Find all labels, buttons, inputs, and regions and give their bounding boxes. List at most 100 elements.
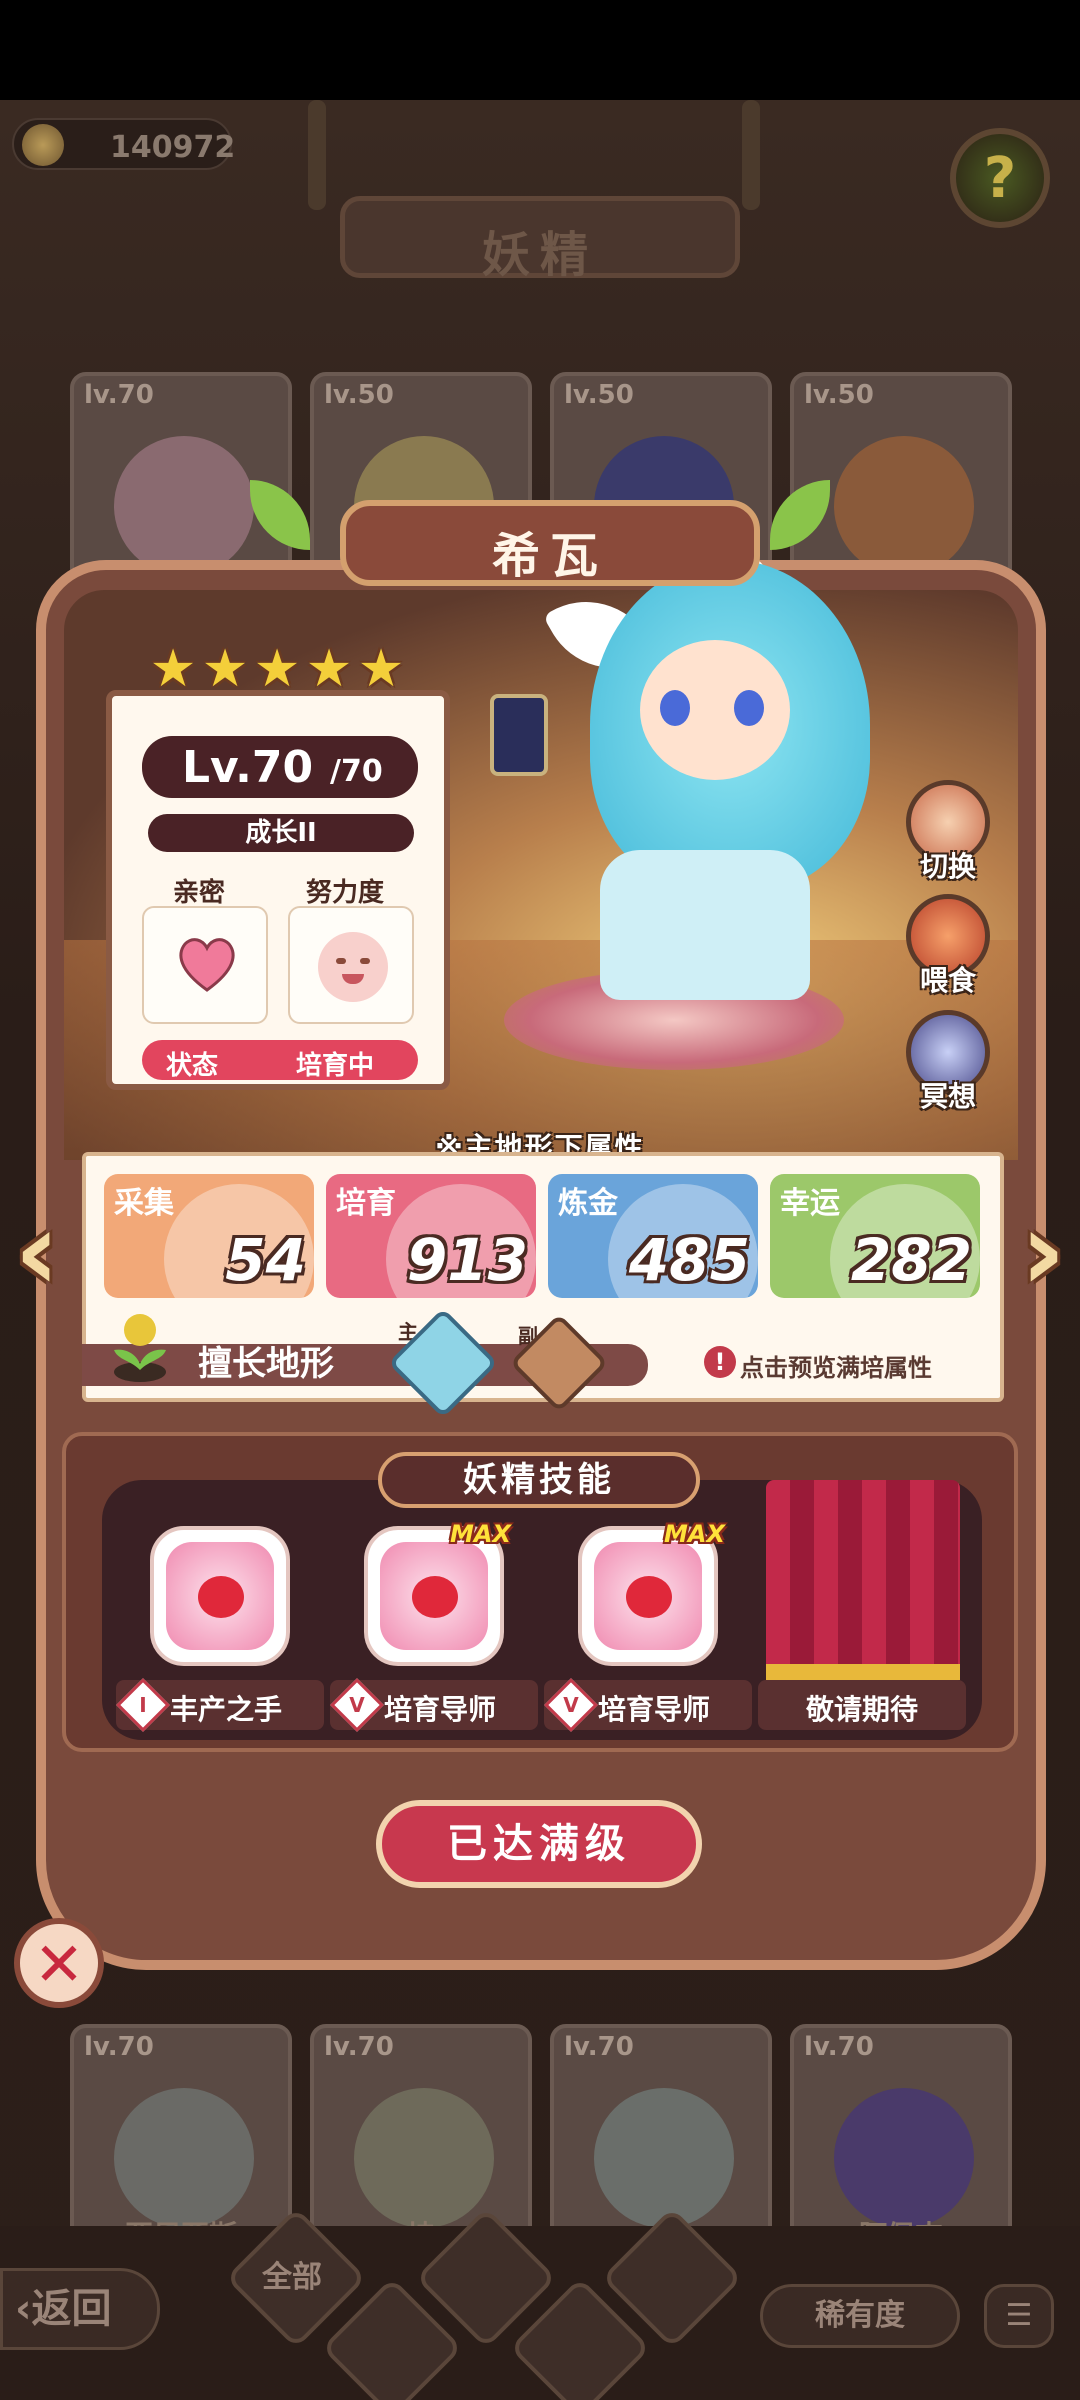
skill-name: 培育导师 (598, 1693, 711, 1726)
star-icon: ★ (305, 639, 353, 699)
skill-grade-badge: I (116, 1678, 170, 1732)
fairy-portrait (114, 436, 254, 576)
tarot-card-icon[interactable] (490, 694, 548, 776)
preview-hint[interactable]: 点击预览满培属性 (740, 1348, 932, 1383)
stat-name: 炼金 (558, 1186, 618, 1221)
feed-button[interactable]: 喂食 (906, 894, 990, 997)
stat-value: 282 (850, 1226, 972, 1294)
level-max: /70 (330, 754, 383, 789)
attributes-panel[interactable]: 采集 54 培育 913 炼金 485 幸运 282 擅长地形 主 副 ! 点击… (82, 1152, 1004, 1419)
stat-value: 485 (628, 1226, 750, 1294)
effort-box[interactable] (288, 906, 414, 1024)
star-icon: ★ (149, 639, 197, 699)
rope-left (308, 100, 326, 210)
page-title: 妖精 (481, 227, 598, 283)
fairy-portrait (114, 2088, 254, 2228)
fairy-info-card: Lv.70 /70 成长II 亲密 努力度 状态 培育中 (106, 690, 450, 1090)
character-face (640, 640, 790, 780)
skills-title: 妖精技能 (378, 1452, 700, 1508)
coin-icon (22, 124, 64, 166)
card-level: lv.50 (804, 380, 874, 410)
card-level: lv.70 (804, 2032, 874, 2062)
stat-value: 54 (225, 1226, 306, 1294)
character-body (600, 850, 810, 1000)
rarity-sort-button[interactable]: 稀有度 (760, 2284, 960, 2348)
character-eye (660, 690, 690, 726)
rarity-stars: ★ ★ ★ ★ ★ (148, 639, 406, 699)
skill-name: 培育导师 (384, 1693, 497, 1726)
star-icon: ★ (201, 639, 249, 699)
max-level-button[interactable]: 已达满级 (376, 1800, 702, 1888)
skill-name-bar: V 培育导师 (544, 1678, 752, 1732)
intimacy-box[interactable] (142, 906, 268, 1024)
sort-order-icon[interactable]: ☰ (984, 2284, 1054, 2348)
skill-slot[interactable]: MAX V 培育导师 (330, 1520, 538, 1732)
skill-slot[interactable]: MAX V 培育导师 (544, 1520, 752, 1732)
card-level: lv.50 (324, 380, 394, 410)
coin-value: 140972 (110, 130, 236, 165)
back-label: 返回 (31, 2286, 112, 2332)
level-badge: Lv.70 /70 (142, 736, 418, 798)
growth-badge: 成长II (148, 814, 414, 852)
status-value: 培育中 (296, 1051, 375, 1081)
skill-name-bar: V 培育导师 (330, 1678, 538, 1732)
meditate-label: 冥想 (919, 1080, 976, 1113)
curtain-hem (766, 1664, 960, 1680)
fairy-name-plate: 希瓦 (340, 500, 760, 586)
status-bar (0, 0, 1080, 100)
skill-name-bar: I 丰产之手 (116, 1678, 324, 1732)
terrain-label: 擅长地形 (198, 1344, 334, 1384)
question-icon: ? (983, 146, 1017, 211)
card-level: lv.70 (84, 380, 154, 410)
card-level: lv.70 (564, 2032, 634, 2062)
level-value: Lv.70 (182, 742, 314, 793)
card-level: lv.50 (564, 380, 634, 410)
card-level: lv.70 (84, 2032, 154, 2062)
filter-all-label: 全部 (262, 2260, 322, 2295)
fairy-portrait (834, 2088, 974, 2228)
switch-button[interactable]: 切换 (906, 780, 990, 883)
stat-gather: 采集 54 (104, 1174, 314, 1298)
next-fairy-arrow[interactable]: › (1008, 1196, 1078, 1306)
help-button[interactable]: ? (950, 128, 1050, 228)
star-icon: ★ (357, 639, 405, 699)
info-icon: ! (704, 1346, 736, 1378)
meditate-button[interactable]: 冥想 (906, 1010, 990, 1113)
max-badge: MAX (664, 1520, 725, 1548)
stat-luck: 幸运 282 (770, 1174, 980, 1298)
skill-slot[interactable]: I 丰产之手 (116, 1520, 324, 1732)
character-eye (734, 690, 764, 726)
card-level: lv.70 (324, 2032, 394, 2062)
tomato-skill-icon (150, 1526, 290, 1666)
stat-name: 培育 (336, 1186, 396, 1221)
smiley-icon (318, 932, 388, 1002)
sprout-icon (114, 1314, 166, 1382)
stat-alchemy: 炼金 485 (548, 1174, 758, 1298)
max-badge: MAX (450, 1520, 511, 1548)
intimacy-label: 亲密 (172, 878, 225, 908)
skill-name: 丰产之手 (170, 1693, 283, 1726)
fairy-name: 希瓦 (491, 528, 608, 584)
status-label: 状态 (166, 1051, 219, 1081)
feed-label: 喂食 (919, 964, 976, 997)
stat-name: 幸运 (780, 1186, 840, 1221)
prev-fairy-arrow[interactable]: ‹ (2, 1196, 72, 1306)
fairy-portrait (354, 2088, 494, 2228)
status-bar: 状态 培育中 (142, 1040, 418, 1081)
locked-skill-bar: 敬请期待 (758, 1680, 966, 1730)
fairy-portrait (594, 2088, 734, 2228)
locked-skill-label: 敬请期待 (806, 1693, 919, 1726)
locked-skill-curtain (766, 1480, 960, 1676)
close-button[interactable]: ✕ (14, 1918, 104, 2008)
rope-right (742, 100, 760, 210)
back-button[interactable]: ‹返回 (0, 2268, 160, 2350)
star-icon: ★ (253, 639, 301, 699)
stat-nurture: 培育 913 (326, 1174, 536, 1298)
skill-grade-badge: V (330, 1678, 384, 1732)
close-icon: ✕ (33, 1930, 85, 2000)
fairy-portrait (834, 436, 974, 576)
skill-grade-badge: V (544, 1678, 598, 1732)
switch-label: 切换 (919, 850, 976, 883)
effort-label: 努力度 (305, 878, 384, 908)
stat-value: 913 (406, 1226, 528, 1294)
